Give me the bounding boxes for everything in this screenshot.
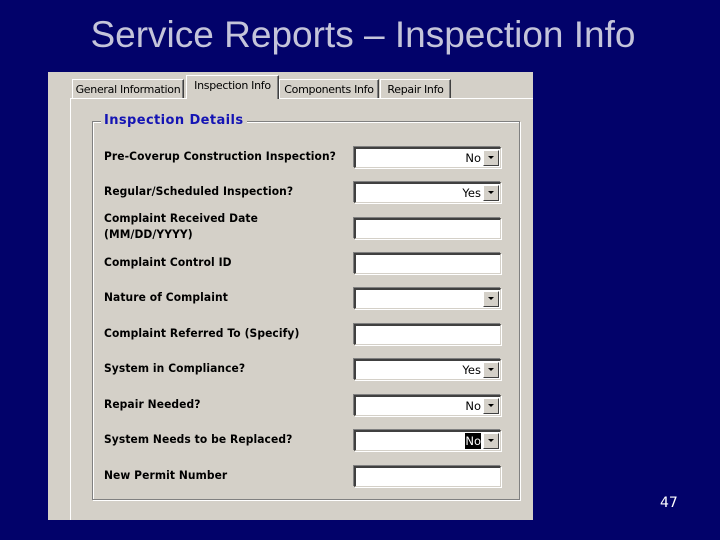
tab-repair-info[interactable]: Repair Info (380, 79, 451, 98)
repair-needed-dropdown[interactable]: No (354, 395, 501, 416)
complaint-referred-input[interactable] (354, 324, 501, 345)
chevron-down-icon (488, 297, 494, 300)
dropdown-button[interactable] (483, 150, 499, 166)
chevron-down-icon (488, 156, 494, 159)
complaint-date-input[interactable] (354, 218, 501, 239)
field-label: System in Compliance? (104, 361, 246, 375)
inspection-dialog: General Information Inspection Info Comp… (48, 72, 533, 520)
field-row-repair-needed: Repair Needed? No (93, 395, 519, 419)
dropdown-button[interactable] (483, 433, 499, 449)
field-label: Complaint Referred To (Specify) (104, 326, 300, 340)
field-row-nature-of-complaint: Nature of Complaint (93, 288, 519, 312)
field-label: System Needs to be Replaced? (104, 432, 293, 446)
inspection-details-group: Inspection Details Pre-Coverup Construct… (92, 113, 520, 500)
system-replaced-dropdown[interactable]: No (354, 430, 501, 451)
nature-of-complaint-dropdown[interactable] (354, 288, 501, 309)
field-row-complaint-date: Complaint Received Date (MM/DD/YYYY) (93, 210, 519, 244)
dropdown-value: Yes (462, 186, 481, 200)
field-row-regular-scheduled: Regular/Scheduled Inspection? Yes (93, 182, 519, 206)
dropdown-value: Yes (462, 363, 481, 377)
tab-inspection-info[interactable]: Inspection Info (186, 75, 279, 99)
field-label: Pre-Coverup Construction Inspection? (104, 149, 336, 163)
system-compliance-dropdown[interactable]: Yes (354, 359, 501, 380)
field-label: Nature of Complaint (104, 290, 228, 304)
field-label: Repair Needed? (104, 397, 201, 411)
new-permit-number-input[interactable] (354, 466, 501, 487)
group-title: Inspection Details (101, 113, 247, 128)
field-row-complaint-control-id: Complaint Control ID (93, 253, 519, 277)
field-label: Regular/Scheduled Inspection? (104, 184, 294, 198)
dropdown-button[interactable] (483, 398, 499, 414)
field-row-system-replaced: System Needs to be Replaced? No (93, 430, 519, 454)
field-label: New Permit Number (104, 468, 228, 482)
field-label: Complaint Received Date (104, 211, 258, 225)
tab-content-panel: Inspection Details Pre-Coverup Construct… (70, 98, 533, 520)
chevron-down-icon (488, 368, 494, 371)
chevron-down-icon (488, 191, 494, 194)
chevron-down-icon (488, 439, 494, 442)
tab-general-information[interactable]: General Information (72, 79, 184, 98)
field-label: Complaint Control ID (104, 255, 232, 269)
pre-coverup-dropdown[interactable]: No (354, 147, 501, 168)
dropdown-button[interactable] (483, 291, 499, 307)
field-row-new-permit-number: New Permit Number (93, 466, 519, 490)
tab-components-info[interactable]: Components Info (279, 79, 379, 98)
complaint-control-id-input[interactable] (354, 253, 501, 274)
dropdown-value: No (465, 151, 481, 165)
field-row-complaint-referred: Complaint Referred To (Specify) (93, 324, 519, 348)
dropdown-button[interactable] (483, 185, 499, 201)
slide-title: Service Reports – Inspection Info (90, 14, 636, 55)
field-row-pre-coverup: Pre-Coverup Construction Inspection? No (93, 147, 519, 171)
dropdown-button[interactable] (483, 362, 499, 378)
chevron-down-icon (488, 404, 494, 407)
dropdown-value: No (465, 399, 481, 413)
field-row-system-compliance: System in Compliance? Yes (93, 359, 519, 383)
field-label-format: (MM/DD/YYYY) (104, 227, 193, 241)
dropdown-value-selected: No (465, 433, 481, 449)
regular-scheduled-dropdown[interactable]: Yes (354, 182, 501, 203)
page-number: 47 (660, 495, 678, 511)
